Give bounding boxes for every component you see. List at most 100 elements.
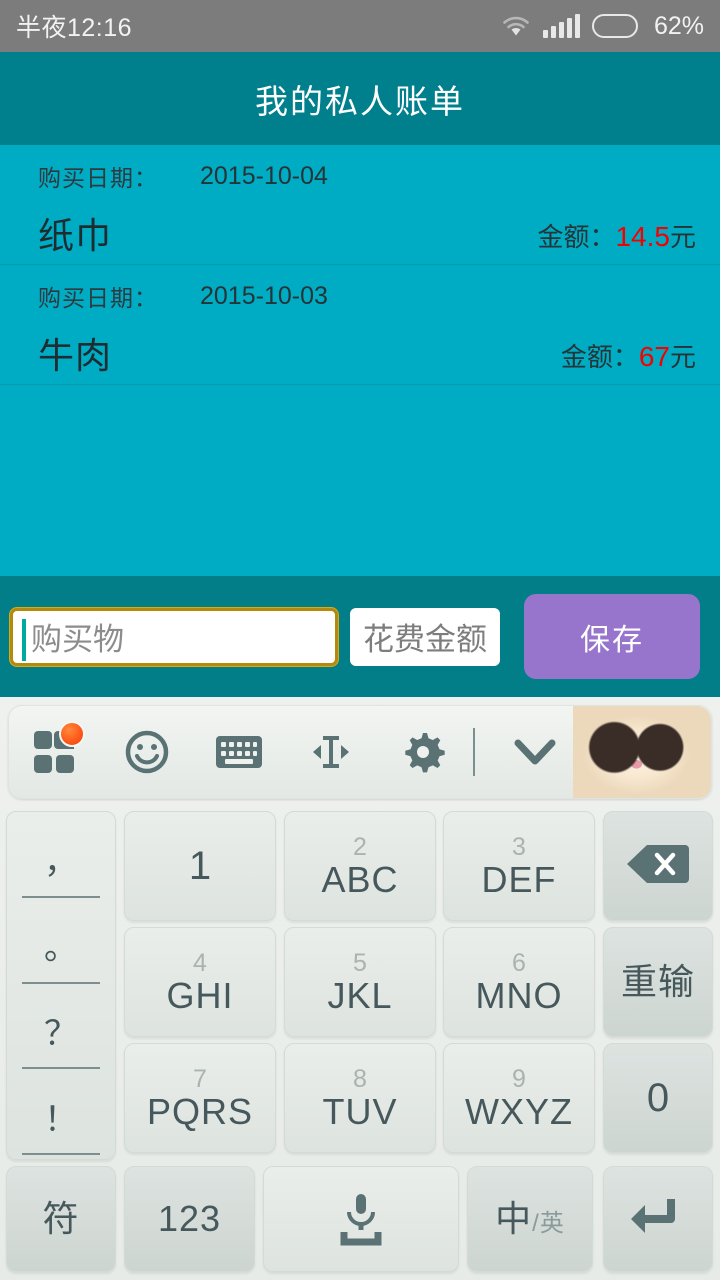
keyboard-keys: ， 。 ？ ！ 1 2 ABC 3 DEF 4 GHI 5 JKL 6 MNO … — [0, 807, 720, 1280]
bill-amount-label: 金额： — [560, 342, 639, 372]
save-button[interactable]: 保存 — [524, 594, 700, 679]
amount-input[interactable]: 花费金额 — [350, 607, 500, 666]
page-title: 我的私人账单 — [255, 82, 465, 120]
bill-amount-value: 14.5 — [615, 221, 670, 252]
bill-item-name: 牛肉 — [38, 335, 113, 376]
key-space-voice[interactable] — [263, 1166, 459, 1272]
key-2-letters: ABC — [321, 858, 399, 900]
lang-secondary: /英 — [532, 1210, 565, 1237]
battery-icon — [591, 14, 638, 38]
status-bar: 半夜12:16 62% — [0, 0, 720, 52]
key-4-letters: GHI — [166, 974, 234, 1016]
bill-date-value: 2015-10-04 — [200, 161, 328, 190]
battery-percent-label: 62% — [653, 11, 704, 40]
key-language-toggle[interactable]: 中/英 — [467, 1166, 593, 1272]
key-7-letters: PQRS — [146, 1090, 254, 1132]
key-1[interactable]: 1 — [124, 811, 276, 921]
keyboard-icon[interactable] — [193, 706, 285, 798]
input-method-panel: ， 。 ？ ！ 1 2 ABC 3 DEF 4 GHI 5 JKL 6 MNO … — [0, 697, 720, 1280]
key-7[interactable]: 7 PQRS — [124, 1043, 276, 1153]
table-row[interactable]: 购买日期： 2015-10-03 牛肉 金额：67元 — [0, 265, 720, 385]
key-3-digit: 3 — [512, 832, 526, 861]
key-enter[interactable] — [603, 1166, 713, 1272]
item-name-placeholder: 购买物 — [31, 622, 124, 657]
key-1-label: 1 — [188, 844, 212, 888]
punct-exclaim[interactable]: ！ — [7, 1073, 115, 1159]
key-backspace[interactable] — [603, 811, 713, 921]
key-language-toggle-label: 中/英 — [495, 1201, 565, 1237]
key-redo[interactable]: 重输 — [603, 927, 713, 1037]
key-numeric-mode[interactable]: 123 — [124, 1166, 255, 1272]
punct-question[interactable]: ？ — [7, 988, 115, 1074]
bill-date-line: 购买日期： 2015-10-03 — [24, 265, 696, 327]
bill-list[interactable]: 购买日期： 2015-10-04 纸巾 金额：14.5元 购买日期： 2015-… — [0, 145, 720, 576]
status-clock: 半夜12:16 — [16, 14, 133, 42]
app-title-bar: 我的私人账单 — [0, 52, 720, 145]
key-8-letters: TUV — [322, 1090, 398, 1132]
key-5[interactable]: 5 JKL — [284, 927, 436, 1037]
key-3-letters: DEF — [481, 858, 557, 900]
key-8-digit: 8 — [353, 1064, 367, 1093]
punct-comma[interactable]: ， — [7, 816, 115, 902]
item-name-input[interactable]: 购买物 — [10, 607, 338, 666]
key-3[interactable]: 3 DEF — [443, 811, 595, 921]
key-0[interactable]: 0 — [603, 1043, 713, 1153]
key-6-letters: MNO — [475, 974, 563, 1016]
bill-amount: 金额：14.5元 — [537, 207, 696, 254]
key-9[interactable]: 9 WXYZ — [443, 1043, 595, 1153]
bill-detail-line: 纸巾 金额：14.5元 — [24, 207, 696, 263]
bill-date-value: 2015-10-03 — [200, 281, 328, 310]
bill-date-label: 购买日期： — [38, 285, 158, 311]
key-6-digit: 6 — [512, 948, 526, 977]
notification-badge — [59, 721, 85, 747]
key-2[interactable]: 2 ABC — [284, 811, 436, 921]
cursor-move-icon[interactable] — [285, 706, 377, 798]
key-5-letters: JKL — [327, 974, 393, 1016]
key-4-digit: 4 — [193, 948, 207, 977]
toolbar-divider — [473, 728, 475, 776]
text-caret — [22, 618, 26, 661]
phone-screen: 半夜12:16 62% 我的私人账单 购买日期： 2015-10-04 纸巾 金… — [0, 0, 720, 1280]
status-icons: 62% — [501, 12, 704, 41]
amount-placeholder: 花费金额 — [363, 622, 487, 657]
bill-amount-label: 金额： — [537, 222, 616, 252]
cat-photo — [573, 706, 711, 798]
key-7-digit: 7 — [193, 1064, 207, 1093]
bill-currency-unit: 元 — [669, 222, 696, 252]
enter-return-icon — [629, 1193, 687, 1246]
key-9-digit: 9 — [512, 1064, 526, 1093]
bill-detail-line: 牛肉 金额：67元 — [24, 327, 696, 383]
bill-date-line: 购买日期： 2015-10-04 — [24, 145, 696, 207]
table-row[interactable]: 购买日期： 2015-10-04 纸巾 金额：14.5元 — [0, 145, 720, 265]
key-5-digit: 5 — [353, 948, 367, 977]
signal-icon — [542, 14, 580, 38]
key-2-digit: 2 — [353, 832, 367, 861]
key-numeric-mode-label: 123 — [157, 1198, 222, 1239]
bill-item-name: 纸巾 — [38, 215, 113, 256]
entry-bar: 购买物 花费金额 保存 — [0, 576, 720, 697]
emoji-smiley-icon[interactable] — [101, 706, 193, 798]
bill-amount-value: 67 — [638, 341, 670, 372]
key-8[interactable]: 8 TUV — [284, 1043, 436, 1153]
lang-primary: 中 — [495, 1198, 533, 1239]
punct-period[interactable]: 。 — [7, 902, 115, 988]
key-redo-label: 重输 — [620, 961, 695, 1002]
key-symbols-label: 符 — [42, 1198, 80, 1239]
key-4[interactable]: 4 GHI — [124, 927, 276, 1037]
apps-grid-icon[interactable] — [9, 706, 101, 798]
punctuation-key[interactable]: ， 。 ？ ！ — [6, 811, 116, 1160]
backspace-icon — [627, 843, 689, 890]
bill-amount: 金额：67元 — [561, 327, 696, 374]
gear-icon[interactable] — [377, 706, 469, 798]
key-symbols[interactable]: 符 — [6, 1166, 116, 1272]
ime-toolbar — [8, 705, 712, 799]
key-0-label: 0 — [646, 1076, 670, 1120]
save-button-label: 保存 — [580, 623, 644, 657]
wifi-icon — [501, 14, 531, 38]
key-6[interactable]: 6 MNO — [443, 927, 595, 1037]
bill-date-label: 购买日期： — [38, 165, 158, 191]
bill-currency-unit: 元 — [669, 342, 696, 372]
microphone-space-icon — [330, 1186, 392, 1253]
key-9-letters: WXYZ — [465, 1090, 573, 1132]
chevron-down-icon[interactable] — [489, 706, 581, 798]
